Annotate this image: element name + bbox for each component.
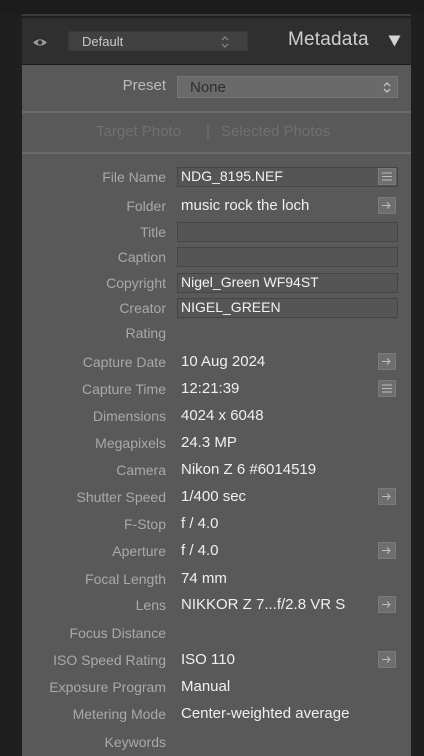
- panel-header[interactable]: Default Metadata: [22, 18, 411, 65]
- list-icon[interactable]: [378, 168, 396, 185]
- iso-value: ISO 110: [181, 651, 235, 668]
- field-label: Dimensions: [92, 408, 166, 424]
- metadata-preset-dropdown-label: Default: [82, 34, 124, 49]
- field-label: Caption: [117, 249, 166, 265]
- metering-mode-value: Center-weighted average: [181, 705, 350, 722]
- field-label: Creator: [119, 300, 166, 316]
- field-shutter-speed: Shutter Speed 1/400 sec: [22, 486, 411, 508]
- field-exposure-program: Exposure Program Manual: [22, 676, 411, 698]
- list-icon[interactable]: [378, 380, 396, 397]
- updown-arrows-icon: [220, 35, 230, 49]
- field-file-name: File Name NDG_8195.NEF: [22, 166, 411, 188]
- exposure-program-value: Manual: [181, 678, 231, 695]
- triangle-down-icon[interactable]: [388, 34, 401, 47]
- field-label: Exposure Program: [49, 679, 166, 695]
- field-label: Camera: [116, 462, 166, 478]
- field-label: Focal Length: [85, 571, 166, 587]
- field-lens: Lens NIKKOR Z 7...f/2.8 VR S: [22, 594, 411, 616]
- target-separator: |: [206, 123, 210, 140]
- divider: [22, 152, 411, 154]
- field-camera: Camera Nikon Z 6 #6014519: [22, 459, 411, 481]
- title-input[interactable]: [177, 222, 398, 242]
- arrow-right-icon[interactable]: [378, 488, 396, 505]
- f-stop-value: f / 4.0: [181, 515, 219, 532]
- field-label: ISO Speed Rating: [53, 652, 166, 668]
- file-name-value: NDG_8195.NEF: [181, 168, 283, 184]
- selected-photos-button[interactable]: Selected Photos: [221, 123, 330, 140]
- shutter-speed-value: 1/400 sec: [181, 488, 247, 505]
- aperture-value: f / 4.0: [181, 542, 219, 559]
- metadata-preset-dropdown[interactable]: Default: [68, 31, 248, 51]
- field-metering-mode: Metering Mode Center-weighted average: [22, 703, 411, 725]
- megapixels-value: 24.3 MP: [181, 434, 237, 451]
- field-label: Capture Time: [81, 381, 166, 397]
- field-copyright: Copyright Nigel_Green WF94ST: [22, 272, 411, 294]
- field-caption: Caption: [22, 246, 411, 268]
- field-folder: Folder music rock the loch: [22, 195, 411, 217]
- field-aperture: Aperture f / 4.0: [22, 540, 411, 562]
- target-photo-button[interactable]: Target Photo: [96, 123, 181, 140]
- arrow-right-icon[interactable]: [378, 542, 396, 559]
- field-label: Metering Mode: [72, 706, 166, 722]
- updown-arrows-icon: [382, 81, 392, 94]
- creator-value: NIGEL_GREEN: [181, 299, 281, 315]
- field-label: File Name: [102, 169, 166, 185]
- arrow-right-icon[interactable]: [378, 651, 396, 668]
- eye-icon[interactable]: [32, 35, 48, 46]
- capture-date-value: 10 Aug 2024: [181, 353, 266, 370]
- focal-length-value: 74 mm: [181, 570, 227, 587]
- metadata-panel: Default Metadata Preset None Target Phot…: [22, 18, 411, 756]
- field-label: Shutter Speed: [76, 489, 166, 505]
- field-keywords: Keywords: [22, 731, 411, 753]
- copyright-value: Nigel_Green WF94ST: [181, 274, 319, 290]
- field-dimensions: Dimensions 4024 x 6048: [22, 405, 411, 427]
- preset-label: Preset: [122, 77, 166, 94]
- divider: [22, 111, 411, 113]
- capture-time-value: 12:21:39: [181, 380, 240, 397]
- caption-input[interactable]: [177, 247, 398, 267]
- top-strip: [0, 0, 424, 14]
- camera-value: Nikon Z 6 #6014519: [181, 461, 317, 478]
- field-capture-date: Capture Date 10 Aug 2024: [22, 351, 411, 373]
- field-label: Keywords: [104, 734, 166, 750]
- field-label: Title: [140, 224, 166, 240]
- field-capture-time: Capture Time 12:21:39: [22, 378, 411, 400]
- field-label: Focus Distance: [69, 625, 166, 641]
- field-label: Rating: [125, 325, 166, 341]
- arrow-right-icon[interactable]: [378, 353, 396, 370]
- preset-dropdown[interactable]: None: [177, 76, 398, 98]
- field-label: Folder: [126, 198, 166, 214]
- field-title: Title: [22, 221, 411, 243]
- arrow-right-icon[interactable]: [378, 197, 396, 214]
- field-label: Capture Date: [82, 354, 166, 370]
- field-creator: Creator NIGEL_GREEN: [22, 297, 411, 319]
- field-label: Megapixels: [95, 435, 166, 451]
- field-label: Lens: [135, 597, 166, 613]
- field-iso: ISO Speed Rating ISO 110: [22, 649, 411, 671]
- field-megapixels: Megapixels 24.3 MP: [22, 432, 411, 454]
- lens-value: NIKKOR Z 7...f/2.8 VR S: [181, 596, 346, 613]
- field-focus-distance: Focus Distance: [22, 622, 411, 644]
- folder-value: music rock the loch: [181, 197, 310, 214]
- top-divider: [22, 14, 411, 16]
- preset-dropdown-value: None: [190, 79, 226, 96]
- field-focal-length: Focal Length 74 mm: [22, 568, 411, 590]
- target-row: Target Photo | Selected Photos: [22, 114, 411, 150]
- arrow-right-icon[interactable]: [378, 596, 396, 613]
- field-rating: Rating: [22, 322, 411, 344]
- preset-row: Preset None: [22, 65, 411, 111]
- field-f-stop: F-Stop f / 4.0: [22, 513, 411, 535]
- dimensions-value: 4024 x 6048: [181, 407, 264, 424]
- field-label: Copyright: [106, 275, 166, 291]
- field-label: Aperture: [112, 543, 166, 559]
- panel-title: Metadata: [288, 29, 369, 50]
- field-label: F-Stop: [123, 516, 166, 532]
